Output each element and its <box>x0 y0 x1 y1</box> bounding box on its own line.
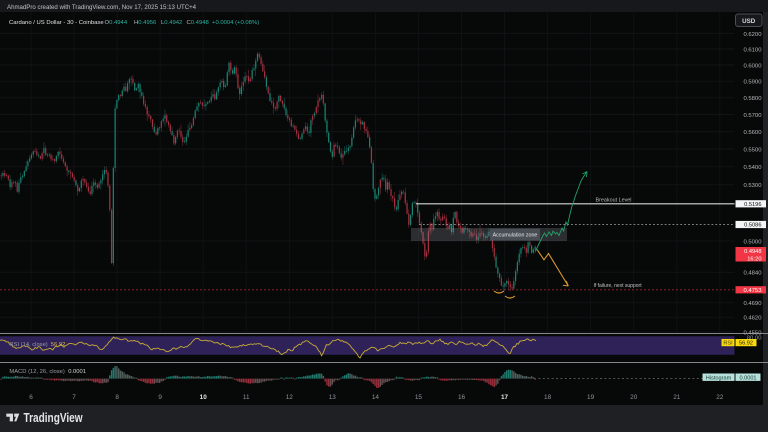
svg-text:56.92: 56.92 <box>51 342 66 348</box>
svg-text:0.5086: 0.5086 <box>744 223 761 229</box>
svg-text:0.5196: 0.5196 <box>744 202 761 208</box>
svg-text:O0.4944: O0.4944 <box>105 20 128 26</box>
svg-text:RSI: RSI <box>723 341 733 347</box>
svg-text:0.5700: 0.5700 <box>743 113 762 119</box>
svg-text:Breakout Level: Breakout Level <box>596 197 632 203</box>
svg-text:12: 12 <box>286 394 294 401</box>
svg-text:0.4690: 0.4690 <box>743 301 762 307</box>
svg-text:MACD (12, 26, close): MACD (12, 26, close) <box>9 369 64 375</box>
svg-text:8: 8 <box>115 394 119 401</box>
svg-text:0.5600: 0.5600 <box>743 130 762 136</box>
svg-text:+0.0004 (+0.08%): +0.0004 (+0.08%) <box>212 20 259 26</box>
svg-text:Accumulation zone: Accumulation zone <box>493 232 538 238</box>
svg-text:0.4753: 0.4753 <box>743 288 762 294</box>
svg-text:0.0001: 0.0001 <box>68 369 86 375</box>
svg-text:0.4840: 0.4840 <box>743 271 762 277</box>
svg-text:19: 19 <box>587 394 595 401</box>
svg-text:Histogram: Histogram <box>706 375 732 381</box>
svg-text:0.5400: 0.5400 <box>743 165 762 171</box>
svg-text:0.6200: 0.6200 <box>743 32 762 38</box>
svg-text:L0.4942: L0.4942 <box>161 20 182 26</box>
svg-text:RSI (14, close): RSI (14, close) <box>9 342 47 348</box>
svg-text:0.6100: 0.6100 <box>743 47 762 53</box>
svg-text:AhmadPro created with TradingV: AhmadPro created with TradingView.com, N… <box>7 4 197 11</box>
svg-text:18: 18 <box>544 394 552 401</box>
svg-text:56.92: 56.92 <box>739 341 753 347</box>
svg-text:22: 22 <box>716 394 724 401</box>
svg-text:15: 15 <box>415 394 423 401</box>
svg-text:17: 17 <box>501 394 509 401</box>
svg-text:13: 13 <box>329 394 337 401</box>
svg-text:0.0001: 0.0001 <box>739 375 756 381</box>
svg-text:0.5300: 0.5300 <box>743 183 762 189</box>
svg-text:Cardano / US Dollar - 30 - Coi: Cardano / US Dollar - 30 - Coinbase <box>9 20 104 26</box>
svg-text:21: 21 <box>673 394 681 401</box>
svg-text:0.4620: 0.4620 <box>743 316 762 322</box>
svg-text:0.5900: 0.5900 <box>743 80 762 86</box>
svg-text:20: 20 <box>630 394 638 401</box>
svg-text:0.5800: 0.5800 <box>743 96 762 102</box>
svg-text:7: 7 <box>72 394 76 401</box>
svg-text:16: 16 <box>458 394 466 401</box>
svg-text:11: 11 <box>243 394 250 401</box>
svg-text:10: 10 <box>200 394 208 401</box>
svg-text:0.6000: 0.6000 <box>743 63 762 69</box>
svg-text:TradingView: TradingView <box>24 412 83 425</box>
svg-text:0.4948: 0.4948 <box>744 249 761 255</box>
svg-text:H0.4956: H0.4956 <box>134 20 157 26</box>
svg-text:USD: USD <box>742 18 756 25</box>
svg-text:6: 6 <box>29 394 33 401</box>
svg-text:If failure, next support: If failure, next support <box>594 283 643 289</box>
svg-text:0.5000: 0.5000 <box>743 239 762 245</box>
svg-text:C0.4948: C0.4948 <box>187 20 210 26</box>
svg-text:9: 9 <box>158 394 162 401</box>
svg-text:14: 14 <box>372 394 380 401</box>
svg-text:16:20: 16:20 <box>747 256 761 262</box>
svg-text:0.5500: 0.5500 <box>743 147 762 153</box>
